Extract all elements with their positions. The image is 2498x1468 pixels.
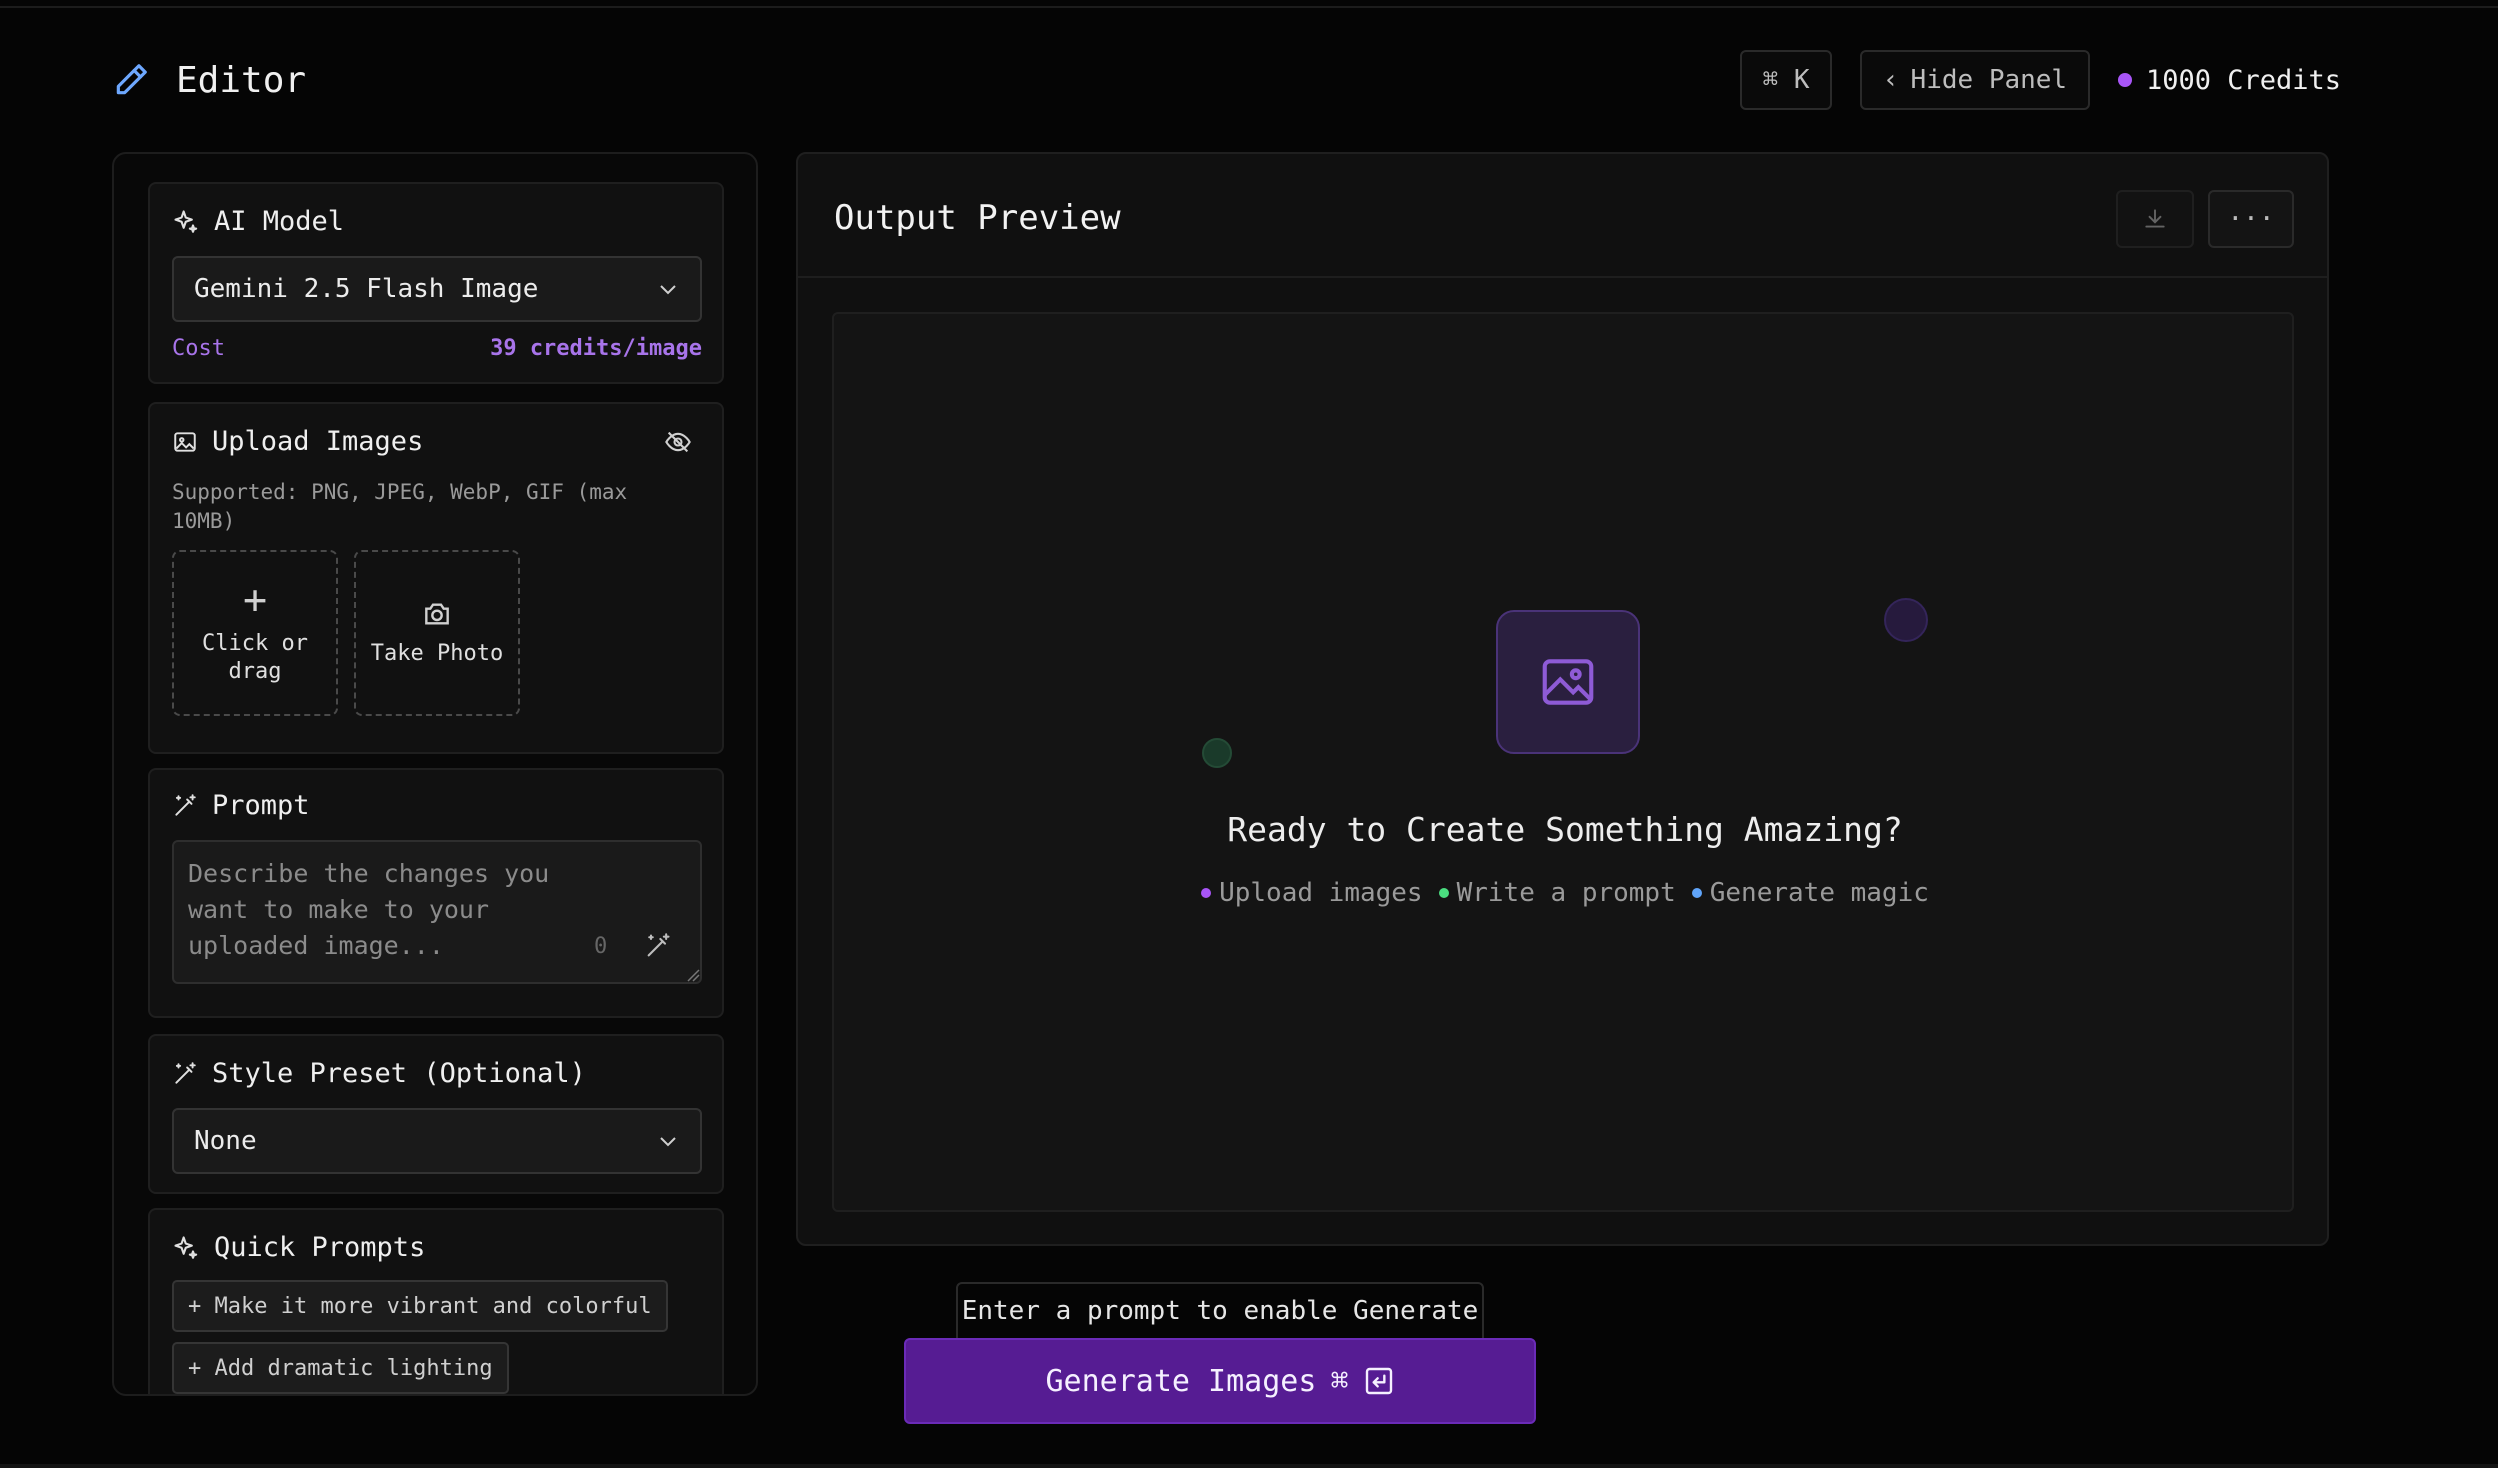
- prompt-placeholder: Describe the changes you want to make to…: [188, 859, 550, 960]
- more-options-button[interactable]: ···: [2208, 190, 2294, 248]
- supported-formats: Supported: PNG, JPEG, WebP, GIF (max 10M…: [172, 480, 628, 533]
- generate-label: Generate Images: [1045, 1363, 1317, 1399]
- shortcut-label: ⌘ K: [1762, 65, 1810, 95]
- quick-prompt-button[interactable]: + Make it more vibrant and colorful: [172, 1280, 668, 1332]
- camera-icon: [425, 603, 449, 625]
- prompt-char-count: 0: [594, 934, 608, 959]
- green-dot-icon: [1438, 888, 1449, 898]
- chevron-down-icon: [660, 285, 676, 295]
- take-photo-label: Take Photo: [370, 641, 504, 666]
- bottom-border: [0, 1464, 2498, 1468]
- hide-panel-button[interactable]: ‹ Hide Panel: [1860, 50, 2090, 110]
- quick-prompts-card: Quick Prompts + Make it more vibrant and…: [148, 1208, 724, 1394]
- quick-prompts-heading: Quick Prompts: [172, 1232, 425, 1263]
- preview-canvas: Ready to Create Something Amazing? Uploa…: [832, 312, 2294, 1212]
- ai-model-heading: AI Model: [172, 206, 344, 237]
- image-placeholder-icon: [1542, 659, 1594, 705]
- plus-icon: +: [242, 577, 268, 623]
- output-title: Output Preview: [834, 198, 1121, 238]
- eye-off-icon[interactable]: [664, 428, 692, 456]
- prompt-textarea[interactable]: Describe the changes you want to make to…: [172, 840, 702, 984]
- upload-card: Upload Images Supported: PNG, JPEG, WebP…: [148, 402, 724, 754]
- purple-dot-icon: [1201, 888, 1212, 898]
- magic-wand-icon: [175, 1061, 196, 1084]
- placeholder-image-tile: [1496, 610, 1640, 754]
- steps-row: Upload images Write a prompt Generate ma…: [834, 878, 2296, 908]
- blue-dot-icon: [1691, 888, 1702, 898]
- resize-handle-icon[interactable]: [686, 968, 700, 982]
- enhance-prompt-icon[interactable]: [644, 932, 672, 960]
- cost-row: Cost 39 credits/image: [172, 336, 702, 361]
- credits-label: 1000 Credits: [2146, 64, 2342, 96]
- generate-hint-tooltip: Enter a prompt to enable Generate: [956, 1282, 1484, 1340]
- quick-prompt-button[interactable]: + Add dramatic lighting: [172, 1342, 509, 1394]
- output-panel: Output Preview ··· Ready to Create Somet…: [796, 152, 2329, 1246]
- output-divider: [798, 276, 2327, 278]
- step-upload: Upload images: [1201, 878, 1423, 908]
- download-button[interactable]: [2116, 190, 2194, 248]
- sparkles-icon: [174, 209, 198, 233]
- style-preset-card: Style Preset (Optional) None: [148, 1034, 724, 1194]
- upload-heading: Upload Images: [172, 426, 423, 457]
- credits-dot-icon: [2118, 73, 2132, 87]
- take-photo-button[interactable]: Take Photo: [354, 550, 520, 716]
- cost-value: 39 credits/image: [490, 336, 702, 361]
- pencil-icon: [116, 64, 147, 95]
- enter-key-icon: [1365, 1367, 1392, 1395]
- style-preset-value: None: [194, 1126, 257, 1156]
- magic-wand-icon: [175, 793, 196, 816]
- credits-display: 1000 Credits: [2118, 60, 2341, 100]
- download-icon: [2145, 209, 2165, 228]
- hide-panel-label: Hide Panel: [1910, 65, 2068, 95]
- cost-label: Cost: [172, 336, 225, 361]
- top-border: [0, 6, 2498, 8]
- prompt-heading: Prompt: [172, 790, 310, 821]
- more-icon: ···: [2227, 204, 2275, 234]
- page-title: Editor: [176, 59, 307, 101]
- decor-green-dot: [1202, 738, 1232, 768]
- chevron-down-icon: [660, 1137, 676, 1147]
- generate-images-button[interactable]: Generate Images ⌘: [904, 1338, 1536, 1424]
- chevron-left-icon: ‹: [1882, 65, 1899, 95]
- step-generate: Generate magic: [1691, 878, 1929, 908]
- page-header: Editor: [112, 52, 306, 108]
- model-select[interactable]: Gemini 2.5 Flash Image: [172, 256, 702, 322]
- decor-purple-dot: [1884, 598, 1928, 642]
- prompt-card: Prompt Describe the changes you want to …: [148, 768, 724, 1018]
- ready-heading: Ready to Create Something Amazing?: [1227, 810, 1903, 849]
- sparkles-icon: [174, 1235, 198, 1259]
- image-icon: [174, 431, 196, 452]
- style-preset-select[interactable]: None: [172, 1108, 702, 1174]
- settings-panel[interactable]: AI Model Gemini 2.5 Flash Image Cost 39 …: [112, 152, 758, 1396]
- command-palette-button[interactable]: ⌘ K: [1740, 50, 1832, 110]
- upload-dropzone[interactable]: + Click or drag: [172, 550, 338, 716]
- style-preset-heading: Style Preset (Optional): [172, 1058, 586, 1089]
- dropzone-label: Click or drag: [202, 631, 308, 684]
- model-select-value: Gemini 2.5 Flash Image: [194, 274, 539, 304]
- ai-model-card: AI Model Gemini 2.5 Flash Image Cost 39 …: [148, 182, 724, 384]
- step-prompt: Write a prompt: [1438, 878, 1676, 908]
- command-key-icon: ⌘: [1330, 1363, 1349, 1399]
